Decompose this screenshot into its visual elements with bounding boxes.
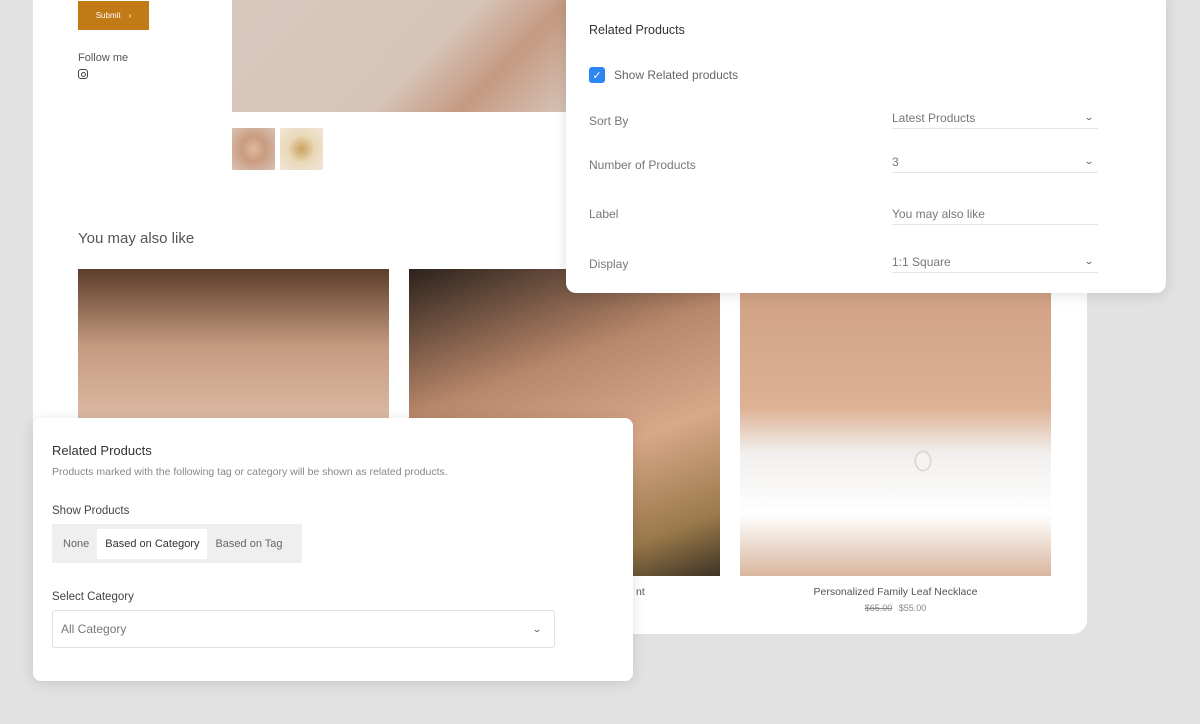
label-field-label: Label xyxy=(589,207,619,221)
checkbox-label: Show Related products xyxy=(614,68,739,82)
panel-description: Products marked with the following tag o… xyxy=(52,466,448,478)
panel-title: Related Products xyxy=(52,443,152,458)
display-select[interactable]: 1:1 Square ⌄ xyxy=(892,251,1098,273)
original-price: $65.00 xyxy=(864,603,893,613)
checkbox-checked-icon[interactable]: ✓ xyxy=(589,67,605,83)
select-category-dropdown[interactable]: All Category ⌄ xyxy=(52,610,555,648)
related-products-settings-panel: Related Products ✓ Show Related products… xyxy=(566,0,1166,293)
instagram-icon[interactable] xyxy=(78,69,88,79)
product-price: $65.00 $55.00 xyxy=(740,603,1051,613)
sort-by-select[interactable]: Latest Products ⌄ xyxy=(892,107,1098,129)
show-products-segmented-control: None Based on Category Based on Tag xyxy=(52,524,302,563)
show-products-label: Show Products xyxy=(52,505,130,517)
chevron-down-icon: ⌄ xyxy=(532,623,543,634)
panel-title: Related Products xyxy=(589,23,685,37)
select-category-label: Select Category xyxy=(52,591,134,603)
number-of-products-select[interactable]: 3 ⌄ xyxy=(892,151,1098,173)
product-main-image xyxy=(232,0,572,112)
display-value: 1:1 Square xyxy=(892,254,951,269)
chevron-down-icon: ⌄ xyxy=(1084,112,1095,122)
related-section-title: You may also like xyxy=(78,230,195,247)
label-input[interactable]: You may also like xyxy=(892,203,1098,225)
product-thumbnail[interactable] xyxy=(280,128,323,170)
chevron-right-icon: › xyxy=(128,11,132,20)
pearl-pendant xyxy=(916,452,930,470)
chevron-down-icon: ⌄ xyxy=(1084,256,1095,266)
chevron-down-icon: ⌄ xyxy=(1084,156,1095,166)
sort-by-value: Latest Products xyxy=(892,110,976,125)
show-related-checkbox-row[interactable]: ✓ Show Related products xyxy=(589,67,738,83)
option-none[interactable]: None xyxy=(55,529,97,559)
sale-price: $55.00 xyxy=(898,603,927,613)
submit-label: Submit xyxy=(95,11,121,20)
related-product-image[interactable] xyxy=(740,269,1051,576)
product-thumbnail[interactable] xyxy=(232,128,275,170)
related-product-name[interactable]: Personalized Family Leaf Necklace xyxy=(740,586,1051,598)
sort-by-label: Sort By xyxy=(589,114,629,128)
option-based-on-tag[interactable]: Based on Tag xyxy=(207,529,290,559)
number-of-products-label: Number of Products xyxy=(589,158,696,172)
follow-me-label: Follow me xyxy=(78,52,129,64)
display-label: Display xyxy=(589,257,629,271)
submit-button[interactable]: Submit › xyxy=(78,1,149,30)
option-based-on-category[interactable]: Based on Category xyxy=(97,528,208,559)
select-category-value: All Category xyxy=(61,622,127,636)
category-settings-panel: Related Products Products marked with th… xyxy=(33,418,633,681)
label-input-value: You may also like xyxy=(892,206,985,221)
number-of-products-value: 3 xyxy=(892,154,899,169)
